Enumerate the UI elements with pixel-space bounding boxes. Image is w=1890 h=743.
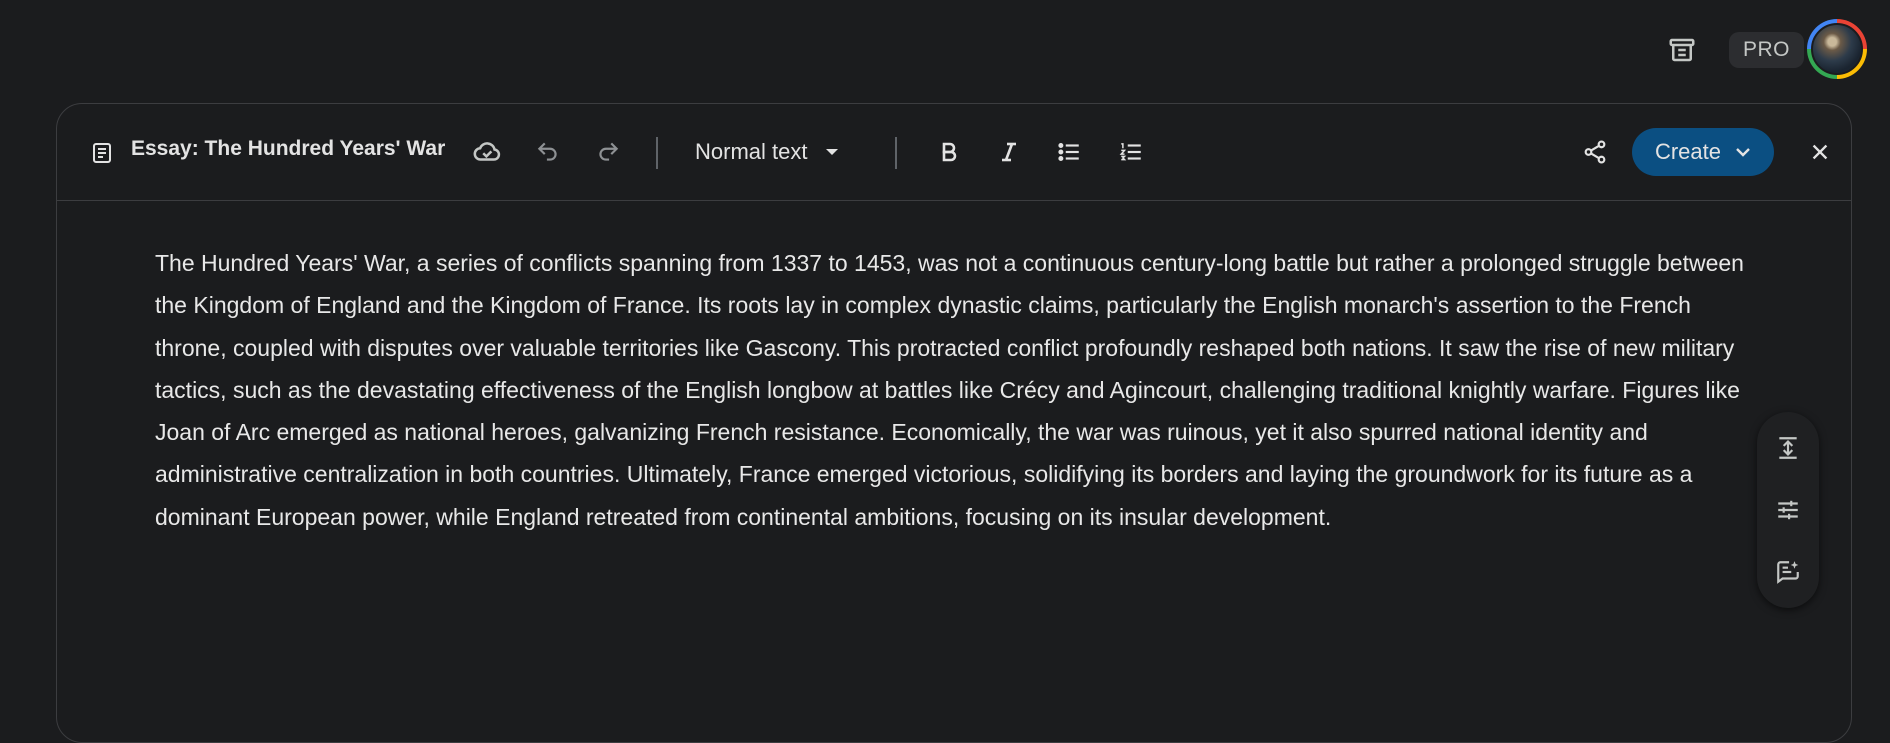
adjust-length-icon[interactable] [1766, 426, 1810, 470]
italic-icon[interactable] [991, 134, 1027, 170]
create-button-label: Create [1654, 139, 1722, 164]
text-style-label: Normal text [695, 139, 808, 164]
document-paragraph[interactable]: The Hundred Years' War, a series of conf… [155, 242, 1755, 538]
document-title[interactable]: Essay: The Hundred Years' War [131, 137, 445, 161]
document-body[interactable]: The Hundred Years' War, a series of conf… [155, 242, 1755, 538]
toolbar-divider [895, 137, 897, 169]
suggest-edits-icon[interactable] [1766, 550, 1810, 594]
close-icon[interactable] [1802, 134, 1838, 170]
chevron-down-icon [1735, 146, 1751, 158]
top-bar: PRO [0, 0, 1890, 100]
tune-icon[interactable] [1766, 488, 1810, 532]
undo-icon[interactable] [530, 134, 566, 170]
archive-icon[interactable] [1660, 28, 1704, 72]
avatar-image [1811, 23, 1863, 75]
text-style-select[interactable]: Normal text [695, 134, 839, 170]
document-editor: Essay: The Hundred Years' War Normal tex… [56, 103, 1852, 743]
user-avatar[interactable] [1807, 19, 1867, 79]
bulleted-list-icon[interactable] [1051, 134, 1087, 170]
redo-icon[interactable] [590, 134, 626, 170]
editor-toolbar: Essay: The Hundred Years' War Normal tex… [57, 104, 1851, 201]
create-button[interactable]: Create [1632, 128, 1774, 176]
pro-badge[interactable]: PRO [1729, 32, 1805, 68]
toolbar-divider [656, 137, 658, 169]
share-icon[interactable] [1577, 134, 1613, 170]
bold-icon[interactable] [931, 134, 967, 170]
numbered-list-icon[interactable] [1113, 134, 1149, 170]
document-icon [89, 140, 115, 166]
dropdown-arrow-icon [825, 147, 839, 157]
side-tools-panel [1757, 412, 1819, 608]
cloud-done-icon[interactable] [467, 134, 507, 170]
